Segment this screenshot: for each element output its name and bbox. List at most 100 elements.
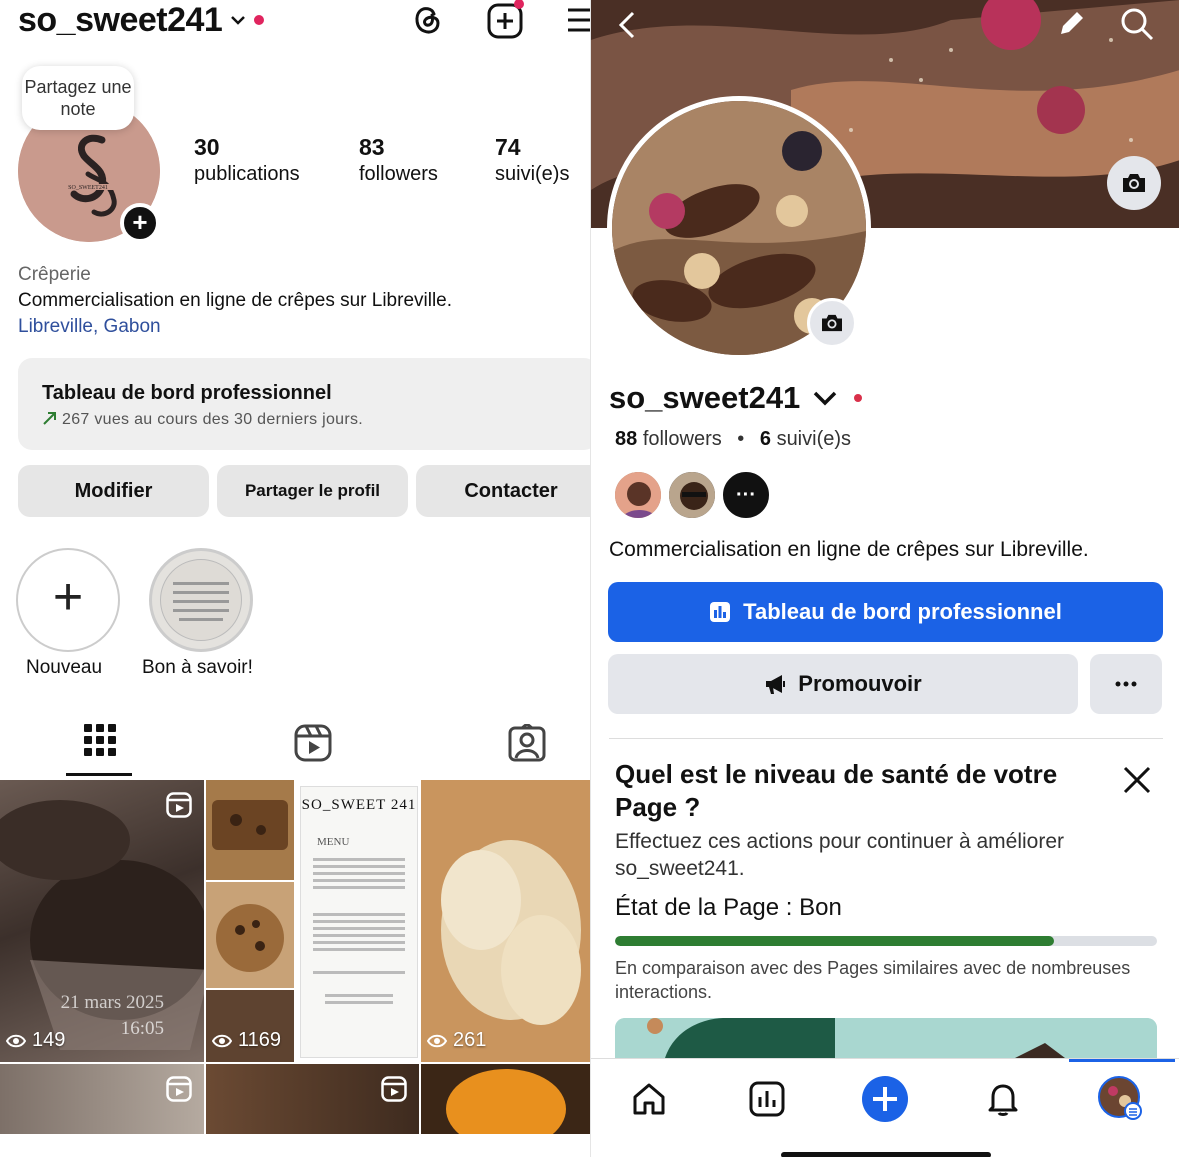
eye-icon [427, 1034, 447, 1047]
megaphone-icon [766, 675, 786, 694]
nav-notifications[interactable] [973, 1077, 1033, 1121]
reel-icon [166, 1076, 192, 1102]
page-health-description: Effectuez ces actions pour continuer à a… [615, 830, 1065, 880]
chevron-down-icon[interactable] [230, 12, 246, 28]
highlight-new[interactable]: + [16, 548, 120, 652]
bell-icon [988, 1084, 1018, 1116]
edit-pencil-icon[interactable] [1057, 8, 1087, 38]
active-nav-indicator [1069, 1059, 1175, 1062]
bio-location-link[interactable]: Libreville, Gabon [18, 314, 452, 340]
post-image [446, 1069, 566, 1134]
close-icon[interactable] [1121, 764, 1153, 796]
create-post-icon[interactable] [486, 0, 526, 40]
menu-icon[interactable] [568, 2, 590, 38]
grid-post-row2-3[interactable] [421, 1064, 590, 1134]
reels-tab-icon[interactable] [294, 724, 332, 762]
camera-icon [822, 314, 842, 332]
grid-post-crepes[interactable]: 261 [421, 780, 590, 1062]
ig-header-actions [368, 0, 590, 40]
reel-icon [381, 1076, 407, 1102]
tagged-tab-icon[interactable] [508, 724, 546, 762]
page-bio: Commercialisation en ligne de crêpes sur… [609, 538, 1089, 561]
ig-header: so_sweet241 [18, 0, 265, 40]
nav-create[interactable] [855, 1076, 915, 1122]
active-tab-indicator [66, 773, 132, 776]
home-icon [633, 1083, 665, 1115]
page-health-comparison: En comparaison avec des Pages similaires… [615, 958, 1131, 1002]
promote-button[interactable]: Promouvoir [608, 654, 1078, 714]
highlight-label: Bon à savoir! [142, 657, 253, 678]
more-options-button[interactable] [1090, 654, 1162, 714]
note-bubble[interactable]: Partagez une note [22, 66, 134, 130]
contact-button[interactable]: Contacter [416, 465, 590, 517]
follower-avatar[interactable] [667, 470, 717, 520]
trend-arrow-icon [43, 412, 56, 425]
eye-icon [212, 1034, 232, 1047]
ig-bio: Crêperie Commercialisation en ligne de c… [18, 262, 452, 340]
chevron-down-icon[interactable] [812, 389, 838, 407]
grid-post-row2-1[interactable] [0, 1064, 204, 1134]
page-health-title: Quel est le niveau de santé de votre Pag… [615, 759, 1058, 822]
grid-post-cookies[interactable] [206, 882, 294, 988]
grid-post-menu[interactable]: SO_SWEET 241 MENU [300, 786, 418, 1058]
view-count: 1169 [212, 1029, 281, 1052]
facebook-page-panel: so_sweet241 88 followers • 6 suivi(e)s ·… [590, 0, 1179, 1157]
reel-icon [166, 792, 192, 818]
notification-dot [854, 394, 863, 402]
grid-post-brownie[interactable]: 1169 [206, 990, 294, 1062]
more-dots-icon [1115, 681, 1137, 687]
post-date-stamp: 21 mars 2025 16:05 [60, 992, 164, 1039]
grid-post-cake[interactable] [206, 780, 294, 880]
page-name[interactable]: so_sweet241 [609, 380, 863, 416]
bio-category: Crêperie [18, 264, 91, 285]
add-story-button[interactable]: + [120, 203, 160, 243]
search-icon[interactable] [1119, 6, 1155, 42]
insights-icon [749, 1081, 785, 1117]
stat-publications[interactable]: 30 publications [194, 134, 300, 186]
avatar-camera-button[interactable] [807, 298, 857, 348]
grid-tab-icon[interactable] [84, 724, 116, 760]
ig-username[interactable]: so_sweet241 [18, 1, 223, 40]
page-health-state: État de la Page : Bon [615, 894, 842, 921]
page-stats[interactable]: 88 followers • 6 suivi(e)s [615, 428, 851, 451]
nav-home[interactable] [619, 1077, 679, 1121]
grid-post-row2-2[interactable] [206, 1064, 419, 1134]
more-followers-button[interactable]: ··· [721, 470, 771, 520]
page-health-progress [615, 936, 1157, 946]
highlight-thumbnail [160, 559, 242, 641]
professional-dashboard-card[interactable]: Tableau de bord professionnel 267 vues a… [18, 358, 590, 450]
back-arrow-icon[interactable] [617, 10, 637, 40]
avatar-image [615, 472, 661, 518]
stat-following[interactable]: 74 suivi(e)s [495, 134, 569, 186]
nav-insights[interactable] [737, 1077, 797, 1121]
create-plus-icon [862, 1076, 908, 1122]
avatar-image [669, 472, 715, 518]
home-indicator [781, 1152, 991, 1157]
highlight-label: Nouveau [26, 657, 103, 678]
cover-camera-button[interactable] [1107, 156, 1161, 210]
bio-text: Commercialisation en ligne de crêpes sur… [18, 290, 453, 311]
instagram-profile-panel: so_sweet241 Partagez une note SO_SWEET24… [0, 0, 590, 1157]
stat-followers[interactable]: 83 followers [359, 134, 438, 186]
post-image [421, 780, 590, 1062]
illustration-image [615, 1018, 1157, 1058]
bottom-navigation [591, 1058, 1179, 1157]
dashboard-subtitle: 267 vues au cours des 30 derniers jours. [42, 411, 590, 429]
view-count: 149 [6, 1029, 65, 1052]
threads-icon[interactable] [410, 2, 444, 38]
notification-dot [254, 15, 265, 25]
view-count: 261 [427, 1029, 486, 1052]
highlight-bon-a-savoir[interactable] [149, 548, 253, 652]
page-health-progress-fill [615, 936, 1055, 946]
eye-icon [6, 1034, 26, 1047]
camera-icon [1123, 174, 1145, 192]
profile-menu-icon [1098, 1076, 1142, 1120]
post-image [212, 800, 288, 850]
section-divider [609, 738, 1163, 739]
dashboard-chart-icon [710, 602, 731, 622]
nav-profile[interactable] [1091, 1076, 1151, 1121]
share-profile-button[interactable]: Partager le profil [217, 465, 408, 517]
edit-profile-button[interactable]: Modifier [18, 465, 209, 517]
follower-avatar[interactable] [613, 470, 663, 520]
professional-dashboard-button[interactable]: Tableau de bord professionnel [608, 582, 1163, 642]
